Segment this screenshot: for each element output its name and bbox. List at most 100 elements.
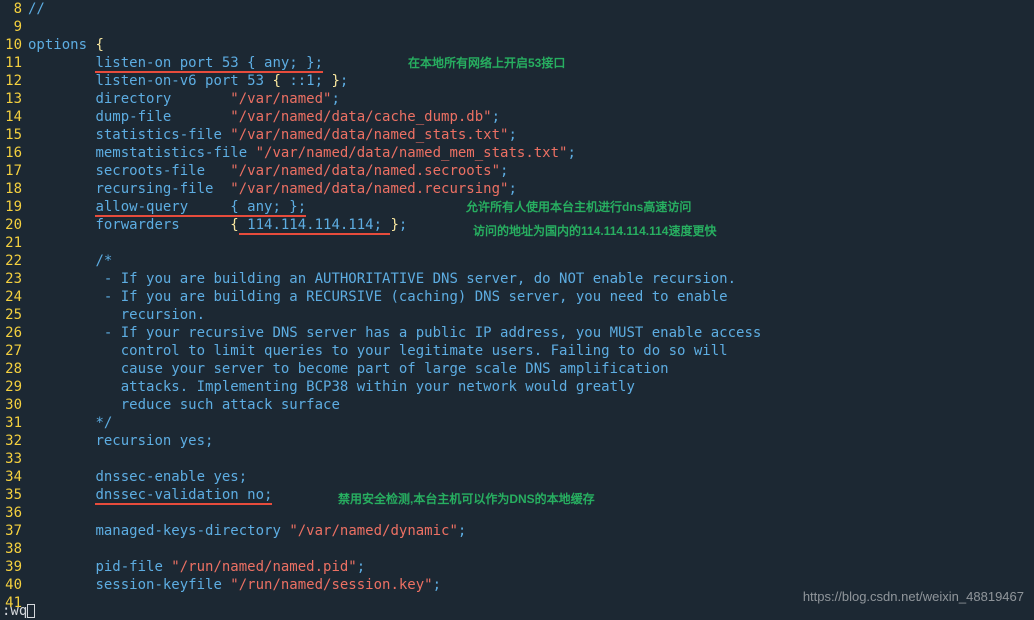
- code-line[interactable]: 32 recursion yes;: [0, 432, 1034, 450]
- code-line[interactable]: 37 managed-keys-directory "/var/named/dy…: [0, 522, 1034, 540]
- code-token: */: [95, 415, 112, 431]
- code-content[interactable]: [28, 504, 1034, 522]
- code-content[interactable]: - If your recursive DNS server has a pub…: [28, 324, 1034, 342]
- code-token: secroots-file: [95, 163, 230, 179]
- line-number: 31: [0, 414, 28, 432]
- code-content[interactable]: recursing-file "/var/named/data/named.re…: [28, 180, 1034, 198]
- code-token: 114.114.114.114;: [239, 217, 391, 235]
- code-line[interactable]: 13 directory "/var/named";: [0, 90, 1034, 108]
- code-line[interactable]: 18 recursing-file "/var/named/data/named…: [0, 180, 1034, 198]
- code-content[interactable]: dnssec-enable yes;: [28, 468, 1034, 486]
- code-token: dump-file: [95, 109, 230, 125]
- code-content[interactable]: directory "/var/named";: [28, 90, 1034, 108]
- code-token: options: [28, 37, 95, 53]
- line-number: 19: [0, 198, 28, 216]
- code-content[interactable]: attacks. Implementing BCP38 within your …: [28, 378, 1034, 396]
- code-content[interactable]: - If you are building a RECURSIVE (cachi…: [28, 288, 1034, 306]
- watermark-text: https://blog.csdn.net/weixin_48819467: [803, 588, 1024, 606]
- code-content[interactable]: */: [28, 414, 1034, 432]
- code-token: managed-keys-directory: [95, 523, 289, 539]
- line-number: 17: [0, 162, 28, 180]
- code-line[interactable]: 10options {: [0, 36, 1034, 54]
- code-line[interactable]: 19 allow-query { any; };允许所有人使用本台主机进行dns…: [0, 198, 1034, 216]
- code-line[interactable]: 15 statistics-file "/var/named/data/name…: [0, 126, 1034, 144]
- code-content[interactable]: [28, 18, 1034, 36]
- code-content[interactable]: secroots-file "/var/named/data/named.sec…: [28, 162, 1034, 180]
- code-token: ;: [508, 181, 516, 197]
- code-line[interactable]: 22 /*: [0, 252, 1034, 270]
- line-number: 37: [0, 522, 28, 540]
- code-line[interactable]: 31 */: [0, 414, 1034, 432]
- code-content[interactable]: managed-keys-directory "/var/named/dynam…: [28, 522, 1034, 540]
- code-content[interactable]: statistics-file "/var/named/data/named_s…: [28, 126, 1034, 144]
- code-token: "/run/named/named.pid": [171, 559, 356, 575]
- code-content[interactable]: [28, 234, 1034, 252]
- line-number: 24: [0, 288, 28, 306]
- code-line[interactable]: 29 attacks. Implementing BCP38 within yo…: [0, 378, 1034, 396]
- code-line[interactable]: 17 secroots-file "/var/named/data/named.…: [0, 162, 1034, 180]
- code-content[interactable]: listen-on port 53 { any; };在本地所有网络上开启53接…: [28, 54, 1034, 72]
- code-token: dnssec-enable yes;: [95, 469, 247, 485]
- code-content[interactable]: listen-on-v6 port 53 { ::1; };: [28, 72, 1034, 90]
- code-token: reduce such attack surface: [95, 397, 339, 413]
- code-token: allow-query { any; };: [95, 199, 306, 217]
- code-line[interactable]: 12 listen-on-v6 port 53 { ::1; };: [0, 72, 1034, 90]
- line-number: 30: [0, 396, 28, 414]
- code-token: "/var/named/dynamic": [289, 523, 458, 539]
- code-content[interactable]: forwarders { 114.114.114.114; };访问的地址为国内…: [28, 216, 1034, 234]
- code-line[interactable]: 21: [0, 234, 1034, 252]
- code-line[interactable]: 14 dump-file "/var/named/data/cache_dump…: [0, 108, 1034, 126]
- code-line[interactable]: 33: [0, 450, 1034, 468]
- code-line[interactable]: 23 - If you are building an AUTHORITATIV…: [0, 270, 1034, 288]
- code-line[interactable]: 11 listen-on port 53 { any; };在本地所有网络上开启…: [0, 54, 1034, 72]
- code-line[interactable]: 9: [0, 18, 1034, 36]
- code-content[interactable]: control to limit queries to your legitim…: [28, 342, 1034, 360]
- code-token: ;: [357, 559, 365, 575]
- code-token: {: [95, 37, 103, 53]
- code-content[interactable]: /*: [28, 252, 1034, 270]
- code-token: - If your recursive DNS server has a pub…: [95, 325, 761, 341]
- code-editor[interactable]: 8//910options {11 listen-on port 53 { an…: [0, 0, 1034, 612]
- code-line[interactable]: 26 - If your recursive DNS server has a …: [0, 324, 1034, 342]
- code-line[interactable]: 38: [0, 540, 1034, 558]
- code-content[interactable]: dump-file "/var/named/data/cache_dump.db…: [28, 108, 1034, 126]
- line-number: 33: [0, 450, 28, 468]
- code-content[interactable]: //: [28, 0, 1034, 18]
- code-content[interactable]: dnssec-validation no;禁用安全检测,本台主机可以作为DNS的…: [28, 486, 1034, 504]
- code-line[interactable]: 39 pid-file "/run/named/named.pid";: [0, 558, 1034, 576]
- line-number: 8: [0, 0, 28, 18]
- code-content[interactable]: [28, 450, 1034, 468]
- code-token: ;: [508, 127, 516, 143]
- code-content[interactable]: reduce such attack surface: [28, 396, 1034, 414]
- code-line[interactable]: 8//: [0, 0, 1034, 18]
- code-content[interactable]: [28, 540, 1034, 558]
- code-content[interactable]: recursion yes;: [28, 432, 1034, 450]
- code-line[interactable]: 25 recursion.: [0, 306, 1034, 324]
- code-line[interactable]: 28 cause your server to become part of l…: [0, 360, 1034, 378]
- code-content[interactable]: options {: [28, 36, 1034, 54]
- code-token: cause your server to become part of larg…: [95, 361, 668, 377]
- code-line[interactable]: 27 control to limit queries to your legi…: [0, 342, 1034, 360]
- code-token: "/var/named/data/named_stats.txt": [230, 127, 508, 143]
- code-content[interactable]: memstatistics-file "/var/named/data/name…: [28, 144, 1034, 162]
- code-token: attacks. Implementing BCP38 within your …: [95, 379, 634, 395]
- code-line[interactable]: 36: [0, 504, 1034, 522]
- code-token: dnssec-validation no;: [95, 487, 272, 505]
- code-content[interactable]: - If you are building an AUTHORITATIVE D…: [28, 270, 1034, 288]
- code-token: "/var/named": [230, 91, 331, 107]
- code-line[interactable]: 30 reduce such attack surface: [0, 396, 1034, 414]
- code-content[interactable]: pid-file "/run/named/named.pid";: [28, 558, 1034, 576]
- code-line[interactable]: 34 dnssec-enable yes;: [0, 468, 1034, 486]
- line-number: 28: [0, 360, 28, 378]
- code-content[interactable]: allow-query { any; };允许所有人使用本台主机进行dns高速访…: [28, 198, 1034, 216]
- code-content[interactable]: cause your server to become part of larg…: [28, 360, 1034, 378]
- code-token: //: [28, 1, 45, 17]
- code-line[interactable]: 35 dnssec-validation no;禁用安全检测,本台主机可以作为D…: [0, 486, 1034, 504]
- code-line[interactable]: 24 - If you are building a RECURSIVE (ca…: [0, 288, 1034, 306]
- line-number: 38: [0, 540, 28, 558]
- code-line[interactable]: 20 forwarders { 114.114.114.114; };访问的地址…: [0, 216, 1034, 234]
- code-line[interactable]: 16 memstatistics-file "/var/named/data/n…: [0, 144, 1034, 162]
- line-number: 27: [0, 342, 28, 360]
- line-number: 20: [0, 216, 28, 234]
- code-content[interactable]: recursion.: [28, 306, 1034, 324]
